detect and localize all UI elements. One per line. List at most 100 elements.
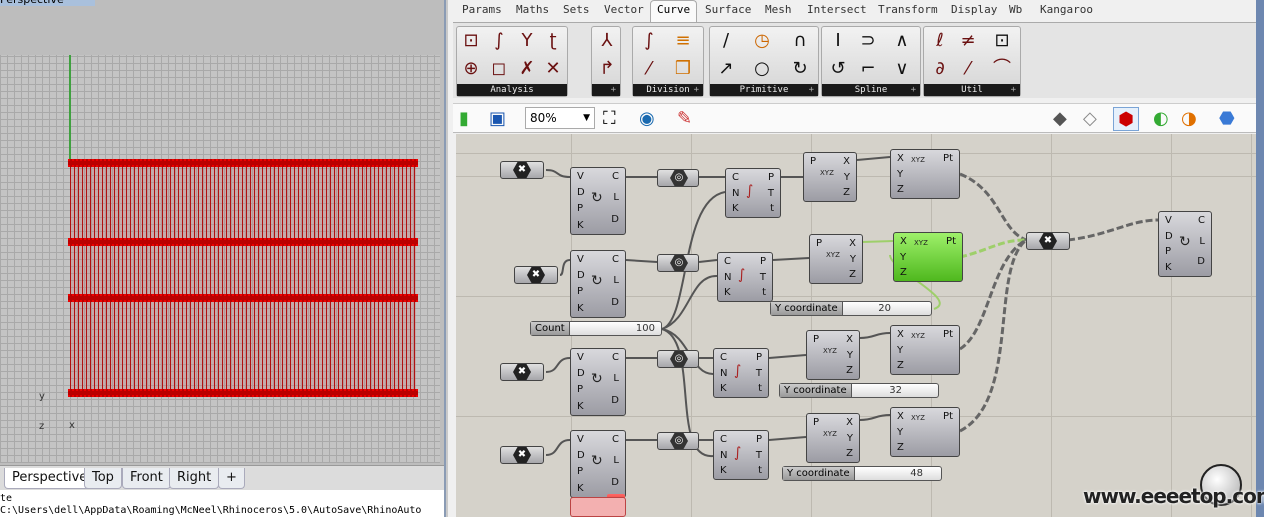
polygon-icon[interactable]: ◻ <box>487 57 511 81</box>
error-panel[interactable] <box>570 497 626 517</box>
tab-curve[interactable]: Curve <box>650 0 698 22</box>
join-icon[interactable]: ∂ <box>928 57 952 81</box>
interpolate-curve-component[interactable]: V D P K C L D ↻ <box>1158 211 1212 277</box>
tab-top[interactable]: Top <box>84 468 122 489</box>
geometry-param[interactable]: ◎ <box>657 254 699 272</box>
explode-icon[interactable]: ℓ <box>928 29 952 53</box>
tab-perspective[interactable]: Perspective <box>4 468 96 489</box>
shatter-icon[interactable]: ⁄ <box>956 57 980 81</box>
interpolate-curve-component[interactable]: V D P K C L D ↻ <box>570 167 626 235</box>
divide-curve-component[interactable]: C N K P Tt ∫ <box>725 168 781 218</box>
sketch-pen-icon[interactable]: ✎ <box>677 107 692 131</box>
window-edge-scrollbar[interactable] <box>1256 0 1264 517</box>
group-label[interactable]: Analysis <box>457 84 567 96</box>
tab-vector[interactable]: Vector <box>604 3 644 16</box>
viewport-title[interactable]: Perspective <box>0 0 95 6</box>
tab-intersect[interactable]: Intersect <box>807 3 867 16</box>
tab-display[interactable]: Display <box>951 3 997 16</box>
flip-icon[interactable]: ↱ <box>595 57 619 81</box>
curve-analysis-icon[interactable]: ⊡ <box>459 29 483 53</box>
curve-icon[interactable]: ∫ <box>487 29 511 53</box>
construct-point-component[interactable]: X Y Z Pt XYZ <box>893 232 963 282</box>
contour-icon[interactable]: ≡ <box>671 29 695 53</box>
group-label[interactable]: Division + <box>633 84 703 96</box>
dash-icon[interactable]: ⁄ <box>637 57 661 81</box>
divide-curve-component[interactable]: C N K P Tt ∫ <box>713 348 769 398</box>
preview-wireframe-icon[interactable]: ◆ <box>1053 107 1067 131</box>
open-file-icon[interactable]: ▮ <box>459 107 469 131</box>
y-coordinate-slider-2[interactable]: Y coordinate 32 <box>779 383 939 398</box>
tab-right[interactable]: Right <box>169 468 220 489</box>
preview-shaded-icon[interactable]: ◇ <box>1083 107 1097 131</box>
bezier-icon[interactable]: I <box>826 29 850 53</box>
offset-icon[interactable]: ≠ <box>956 29 980 53</box>
tangent-icon[interactable]: ʈ <box>541 29 565 53</box>
tab-front[interactable]: Front <box>122 468 171 489</box>
group-label[interactable]: Primitive + <box>710 84 818 96</box>
add-viewport-tab[interactable]: + <box>218 468 245 489</box>
tab-params[interactable]: Params <box>462 3 502 16</box>
input-port-label: Y <box>897 344 904 356</box>
zoom-dropdown[interactable]: 80% ▼ <box>525 107 595 129</box>
geometry-param[interactable]: ◎ <box>657 432 699 450</box>
tab-kangaroo[interactable]: Kangaroo <box>1040 3 1093 16</box>
circle-point-icon[interactable]: ⊕ <box>459 57 483 81</box>
tab-surface[interactable]: Surface <box>705 3 751 16</box>
interpolate-icon[interactable]: ↺ <box>826 57 850 81</box>
arc-sed-icon[interactable]: ↻ <box>788 57 812 81</box>
curve-param[interactable]: ✖ <box>500 446 544 464</box>
geometry-param[interactable]: ◎ <box>657 350 699 368</box>
tab-wb[interactable]: Wb <box>1009 3 1022 16</box>
y-coordinate-slider-1[interactable]: Y coordinate 20 <box>770 301 932 316</box>
branch-icon[interactable]: Y <box>515 29 539 53</box>
deconstruct-point-component[interactable]: P X Y Z XYZ <box>806 413 860 463</box>
y-coordinate-slider-3[interactable]: Y coordinate 48 <box>782 466 942 481</box>
construct-point-component[interactable]: X Y Z Pt XYZ <box>890 149 960 199</box>
construct-point-component[interactable]: X Y Z Pt XYZ <box>890 407 960 457</box>
display-mode-icon[interactable]: ◐ <box>1153 107 1169 131</box>
deconstruct-point-component[interactable]: P X Y Z XYZ <box>806 330 860 380</box>
closest-icon[interactable]: ✕ <box>541 57 565 81</box>
divide-curve-component[interactable]: C N K P Tt ∫ <box>717 252 773 302</box>
curve-param[interactable]: ✖ <box>1026 232 1070 250</box>
save-icon[interactable]: ▣ <box>489 107 506 131</box>
polyline-icon[interactable]: ⌐ <box>856 57 880 81</box>
frames-icon[interactable]: ❒ <box>671 57 695 81</box>
tab-sets[interactable]: Sets <box>563 3 590 16</box>
construct-point-component[interactable]: X Y Z Pt XYZ <box>890 325 960 375</box>
interpolate-curve-component[interactable]: V D P K C L D ↻ <box>570 348 626 416</box>
divide-curve-component[interactable]: C N K P Tt ∫ <box>713 430 769 480</box>
divide-curve-icon[interactable]: ∫ <box>637 29 661 53</box>
preview-eye-icon[interactable]: ◉ <box>639 107 655 131</box>
document-preview-icon[interactable]: ⬣ <box>1219 107 1235 131</box>
curve-param[interactable]: ✖ <box>500 363 544 381</box>
line-sdl-icon[interactable]: ↗ <box>714 57 738 81</box>
geometry-param[interactable]: ◎ <box>657 169 699 187</box>
curve-param[interactable]: ✖ <box>500 161 544 179</box>
extend-icon[interactable]: ⌒ <box>990 57 1014 81</box>
nurbs-icon[interactable]: ⊃ <box>856 29 880 53</box>
count-slider[interactable]: Count 100 <box>530 321 662 336</box>
group-label[interactable]: Spline + <box>822 84 920 96</box>
curve-param[interactable]: ✖ <box>514 266 558 284</box>
zoom-extents-icon[interactable]: ⛶ <box>603 107 616 131</box>
tween-icon[interactable]: ∧ <box>890 29 914 53</box>
fillet-icon[interactable]: ⊡ <box>990 29 1014 53</box>
deconstruct-point-component[interactable]: P X Y Z XYZ <box>809 234 863 284</box>
group-label[interactable]: Util + <box>924 84 1020 96</box>
arc-3pt-icon[interactable]: ◷ <box>750 29 774 53</box>
arc-icon[interactable]: ∩ <box>788 29 812 53</box>
kinky-icon[interactable]: ∨ <box>890 57 914 81</box>
deconstruct-point-component[interactable]: P X Y Z XYZ <box>803 152 857 202</box>
tab-transform[interactable]: Transform <box>878 3 938 16</box>
intersect-icon[interactable]: ✗ <box>515 57 539 81</box>
tab-maths[interactable]: Maths <box>516 3 549 16</box>
preview-selected-icon[interactable]: ⬢ <box>1113 107 1139 131</box>
tab-mesh[interactable]: Mesh <box>765 3 792 16</box>
curvature-icon[interactable]: ⅄ <box>595 29 619 53</box>
circle-icon[interactable]: ○ <box>750 57 774 81</box>
material-icon[interactable]: ◑ <box>1181 107 1197 131</box>
line-icon[interactable]: / <box>714 29 738 53</box>
interpolate-curve-component[interactable]: V D P K C L D ↻ <box>570 430 626 498</box>
interpolate-curve-component[interactable]: V D P K C L D ↻ <box>570 250 626 318</box>
